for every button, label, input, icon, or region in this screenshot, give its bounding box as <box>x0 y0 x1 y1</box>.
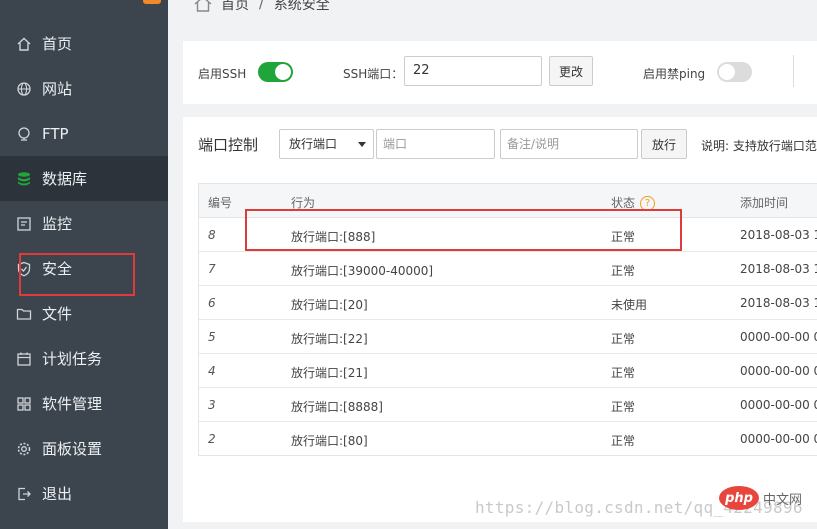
cell-status: 未使用 <box>611 298 648 312</box>
table-row: 4 放行端口:[21] 正常 0000-00-00 0 <box>199 354 817 388</box>
sidebar-item-label: 计划任务 <box>42 350 103 368</box>
globe-icon <box>15 80 33 98</box>
cell-id: 2 <box>208 432 216 446</box>
cell-time: 0000-00-00 0 <box>740 364 817 378</box>
cell-id: 5 <box>208 330 216 344</box>
breadcrumb-home[interactable]: 首页 <box>221 0 249 14</box>
cell-status: 正常 <box>611 434 636 448</box>
monitor-icon <box>15 215 33 233</box>
breadcrumb-separator: / <box>259 0 264 12</box>
sidebar-item-database[interactable]: 数据库 <box>0 156 168 201</box>
sidebar-item-ftp[interactable]: FTP <box>0 111 168 156</box>
cell-time: 0000-00-00 0 <box>740 330 817 344</box>
cell-time: 2018-08-03 1 <box>740 262 817 276</box>
annotation-highlight-security <box>19 253 135 296</box>
allow-port-button[interactable]: 放行 <box>641 129 687 159</box>
sidebar-item-label: FTP <box>42 124 69 143</box>
sidebar-item-label: 退出 <box>42 485 73 503</box>
sidebar-item-logout[interactable]: 退出 <box>0 471 168 516</box>
cell-action: 放行端口:[8888] <box>291 400 383 414</box>
port-control-title: 端口控制 <box>198 136 259 154</box>
calendar-icon <box>15 350 33 368</box>
ssh-port-label: SSH端口： <box>343 67 404 81</box>
cell-action: 放行端口:[21] <box>291 366 368 380</box>
cell-time: 0000-00-00 0 <box>740 398 817 412</box>
sidebar-item-files[interactable]: 文件 <box>0 291 168 336</box>
cell-status: 正常 <box>611 366 636 380</box>
divider <box>793 55 794 87</box>
port-control-panel: 端口控制 放行端口 端口 备注/说明 放行 说明: 支持放行端口范 编号 行为 … <box>183 117 817 522</box>
sidebar-item-label: 软件管理 <box>42 395 103 413</box>
port-description: 说明: 支持放行端口范 <box>701 139 817 153</box>
cell-time: 2018-08-03 1 <box>740 296 817 310</box>
php-logo-icon: php <box>719 486 759 510</box>
header-time: 添加时间 <box>740 196 789 210</box>
ssh-port-input[interactable]: 22 <box>404 56 542 86</box>
cell-action: 放行端口:[22] <box>291 332 368 346</box>
notification-badge[interactable] <box>143 0 161 4</box>
watermark-logo: php 中文网 <box>719 486 802 510</box>
home-icon <box>15 35 33 53</box>
sidebar-item-software[interactable]: 软件管理 <box>0 381 168 426</box>
cell-id: 6 <box>208 296 216 310</box>
cell-id: 8 <box>208 228 216 242</box>
cell-action: 放行端口:[80] <box>291 434 368 448</box>
sidebar-item-label: 网站 <box>42 80 73 98</box>
sidebar-item-label: 监控 <box>42 215 73 233</box>
cell-id: 7 <box>208 262 216 276</box>
cell-status: 正常 <box>611 400 636 414</box>
sidebar-item-cron[interactable]: 计划任务 <box>0 336 168 381</box>
breadcrumb: 首页 / 系统安全 <box>193 0 330 14</box>
sidebar-item-monitor[interactable]: 监控 <box>0 201 168 246</box>
sidebar-item-label: 文件 <box>42 305 73 323</box>
sidebar-item-website[interactable]: 网站 <box>0 66 168 111</box>
cell-id: 4 <box>208 364 216 378</box>
grid-icon <box>15 395 33 413</box>
table-row: 2 放行端口:[80] 正常 0000-00-00 0 <box>199 422 817 455</box>
sidebar-item-home[interactable]: 首页 <box>0 21 168 66</box>
cell-action: 放行端口:[39000-40000] <box>291 264 434 278</box>
select-value: 放行端口 <box>289 137 338 151</box>
table-row: 3 放行端口:[8888] 正常 0000-00-00 0 <box>199 388 817 422</box>
table-row: 5 放行端口:[22] 正常 0000-00-00 0 <box>199 320 817 354</box>
cell-status: 正常 <box>611 332 636 346</box>
port-action-select[interactable]: 放行端口 <box>279 129 374 159</box>
annotation-highlight-row <box>245 209 682 251</box>
ssh-enable-label: 启用SSH <box>198 67 247 81</box>
watermark-logo-text: 中文网 <box>763 492 803 508</box>
table-row: 6 放行端口:[20] 未使用 2018-08-03 1 <box>199 286 817 320</box>
logout-icon <box>15 485 33 503</box>
sidebar-header <box>0 0 168 18</box>
ssh-settings-panel: 启用SSH SSH端口： 22 更改 启用禁ping <box>183 41 817 104</box>
change-port-button[interactable]: 更改 <box>549 56 593 86</box>
database-icon <box>15 170 33 188</box>
ping-disable-toggle[interactable] <box>717 62 752 82</box>
gear-icon <box>15 440 33 458</box>
cell-id: 3 <box>208 398 216 412</box>
cell-time: 2018-08-03 1 <box>740 228 817 242</box>
sidebar-item-label: 面板设置 <box>42 440 103 458</box>
chevron-down-icon <box>358 142 366 147</box>
header-id: 编号 <box>208 196 233 210</box>
folder-icon <box>15 305 33 323</box>
cell-status: 正常 <box>611 264 636 278</box>
remark-input[interactable]: 备注/说明 <box>500 129 638 159</box>
sidebar-item-settings[interactable]: 面板设置 <box>0 426 168 471</box>
sidebar-item-label: 数据库 <box>42 170 88 188</box>
sidebar-item-label: 首页 <box>42 35 73 53</box>
home-icon[interactable] <box>193 0 213 13</box>
table-row: 7 放行端口:[39000-40000] 正常 2018-08-03 1 <box>199 252 817 286</box>
cell-time: 0000-00-00 0 <box>740 432 817 446</box>
breadcrumb-current: 系统安全 <box>273 0 330 13</box>
port-input[interactable]: 端口 <box>376 129 495 159</box>
ping-enable-label: 启用禁ping <box>643 67 706 81</box>
ftp-icon <box>15 125 33 143</box>
ssh-enable-toggle[interactable] <box>258 62 293 82</box>
cell-action: 放行端口:[20] <box>291 298 368 312</box>
